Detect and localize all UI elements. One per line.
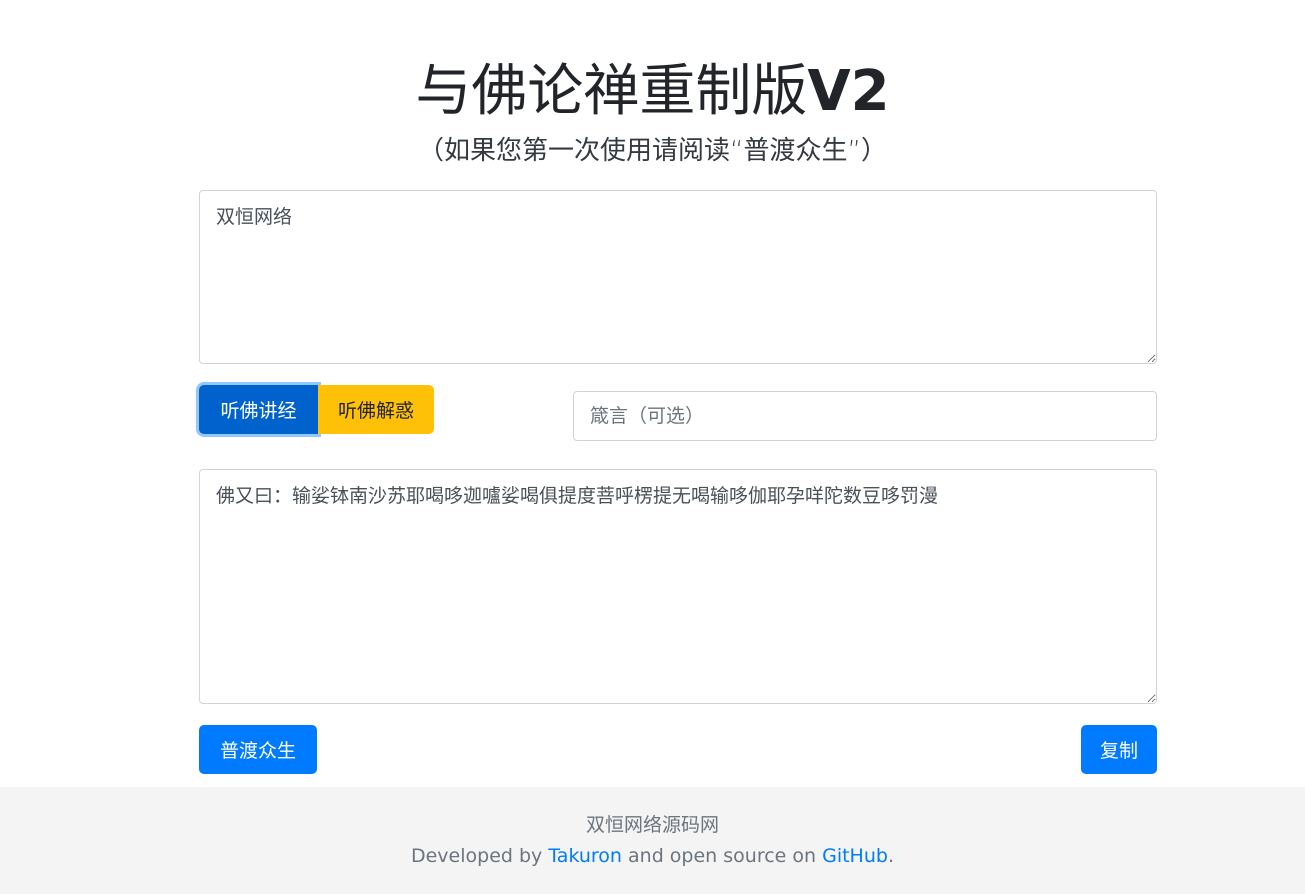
- footer-suffix: .: [887, 845, 894, 867]
- author-link[interactable]: Takuron: [548, 845, 622, 867]
- page-title-main: 与佛论禅重制版: [415, 59, 808, 124]
- github-link[interactable]: GitHub: [822, 845, 888, 867]
- page-title-version: V2: [807, 59, 890, 124]
- decode-button[interactable]: 听佛解惑: [318, 385, 434, 434]
- help-button[interactable]: 普渡众生: [199, 725, 317, 774]
- footer-middle: and open source on: [628, 845, 817, 867]
- page-title: 与佛论禅重制版V2: [0, 58, 1305, 126]
- ciphertext-output[interactable]: 佛又曰：输娑钵南沙苏耶喝哆迦嚧娑喝俱提度菩呼楞提无喝输哆伽耶孕咩陀数豆哆罚漫: [199, 469, 1157, 704]
- copy-button[interactable]: 复制: [1081, 725, 1157, 774]
- footer-credits: Developed by Takuron and open source on …: [0, 843, 1305, 869]
- page-subtitle: （如果您第一次使用请阅读“普渡众生”）: [418, 136, 887, 166]
- key-input[interactable]: [573, 391, 1157, 441]
- plaintext-input[interactable]: 双恒网络: [199, 190, 1157, 364]
- footer-prefix: Developed by: [410, 845, 543, 867]
- footer-site-name: 双恒网络源码网: [585, 814, 719, 836]
- footer: 双恒网络源码网 Developed by Takuron and open so…: [0, 787, 1305, 894]
- encode-button[interactable]: 听佛讲经: [199, 385, 318, 434]
